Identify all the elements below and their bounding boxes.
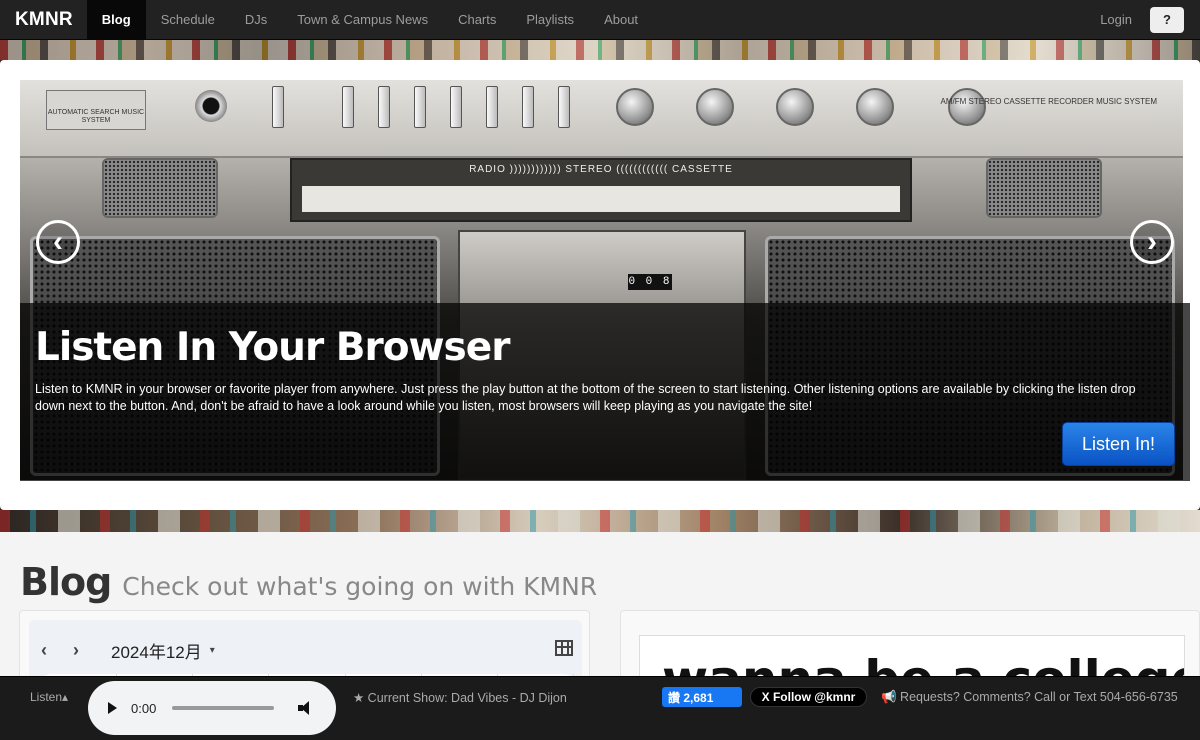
x-follow-button[interactable]: X Follow @kmnr	[750, 687, 867, 707]
boombox-tweeter-left	[102, 158, 218, 218]
hero-background-bottom	[0, 510, 1200, 532]
boombox-switch	[272, 86, 284, 128]
audio-player: 0:00	[88, 681, 336, 735]
carousel-caption: Listen In Your Browser Listen to KMNR in…	[20, 303, 1190, 481]
carousel-prev-arrow[interactable]: ‹	[36, 220, 80, 264]
listen-in-button[interactable]: Listen In!	[1062, 422, 1175, 466]
nav-right: Login ?	[1082, 0, 1200, 40]
blog-subtitle: Check out what's going on with KMNR	[122, 572, 598, 601]
chevron-right-icon[interactable]: ›	[73, 640, 105, 661]
requests-contact: 📢 Requests? Comments? Call or Text 504-6…	[881, 690, 1178, 704]
meter-title: RADIO )))))))))))) STEREO (((((((((((( C…	[469, 164, 733, 175]
carousel-title: Listen In Your Browser	[35, 325, 510, 370]
nav-item-schedule[interactable]: Schedule	[146, 0, 230, 40]
login-link[interactable]: Login	[1082, 0, 1150, 40]
blog-title: Blog	[20, 560, 112, 604]
nav-item-playlists[interactable]: Playlists	[511, 0, 589, 40]
blog-heading: Blog Check out what's going on with KMNR	[20, 560, 597, 604]
nav-item-about[interactable]: About	[589, 0, 653, 40]
site-brand[interactable]: KMNR	[0, 0, 87, 40]
boombox-switch	[558, 86, 570, 128]
boombox-knob	[948, 88, 986, 126]
meter-scale	[302, 186, 900, 212]
boombox-switch	[522, 86, 534, 128]
boombox-brand-plate: AM/FM STEREO CASSETTE RECORDER MUSIC SYS…	[940, 97, 1157, 106]
help-button[interactable]: ?	[1150, 6, 1184, 33]
calendar-month-label[interactable]: 2024年12月	[111, 638, 202, 663]
nav-item-blog[interactable]: Blog	[86, 0, 146, 40]
boombox-knob	[696, 88, 734, 126]
chevron-down-icon[interactable]: ▾	[210, 645, 215, 656]
boombox-tweeter-right	[986, 158, 1102, 218]
boombox-control-panel: AUTOMATIC SEARCH MUSIC SYSTEM AM/FM STER…	[20, 80, 1183, 158]
boombox-jack	[195, 90, 227, 122]
facebook-like-button[interactable]: 讚 2,681	[662, 687, 742, 707]
carousel-next-arrow[interactable]: ›	[1130, 220, 1174, 264]
bookshelf-strip	[0, 510, 1200, 532]
boombox-switch	[342, 86, 354, 128]
nav-item-charts[interactable]: Charts	[443, 0, 511, 40]
top-navbar: KMNR Blog Schedule DJs Town & Campus New…	[0, 0, 1200, 40]
boombox-meter-panel: RADIO )))))))))))) STEREO (((((((((((( C…	[290, 158, 912, 222]
player-bar: Listen▴ 0:00 ★ Current Show: Dad Vibes -…	[0, 676, 1200, 740]
current-show-label: ★ Current Show: Dad Vibes - DJ Dijon	[353, 691, 567, 705]
listen-dropdown[interactable]: Listen▴	[30, 690, 68, 704]
carousel-text: Listen to KMNR in your browser or favori…	[35, 382, 1136, 413]
boombox-knob	[616, 88, 654, 126]
play-icon[interactable]	[108, 702, 117, 714]
boombox-badge: AUTOMATIC SEARCH MUSIC SYSTEM	[46, 90, 146, 130]
calendar-grid-icon[interactable]	[555, 640, 573, 656]
boombox-switch	[486, 86, 498, 128]
nav-item-news[interactable]: Town & Campus News	[282, 0, 443, 40]
tape-counter: 0 0 8	[628, 274, 672, 290]
audio-time: 0:00	[131, 700, 157, 716]
boombox-switch	[450, 86, 462, 128]
chevron-left-icon[interactable]: ‹	[41, 640, 73, 661]
boombox-switch	[414, 86, 426, 128]
volume-icon[interactable]	[298, 700, 316, 716]
boombox-knob	[856, 88, 894, 126]
audio-progress-track[interactable]	[172, 706, 275, 710]
calendar-nav: ‹ › 2024年12月 ▾	[41, 638, 215, 663]
bookshelf-strip	[0, 40, 1200, 60]
boombox-switch	[378, 86, 390, 128]
boombox-knob	[776, 88, 814, 126]
nav-item-djs[interactable]: DJs	[230, 0, 282, 40]
